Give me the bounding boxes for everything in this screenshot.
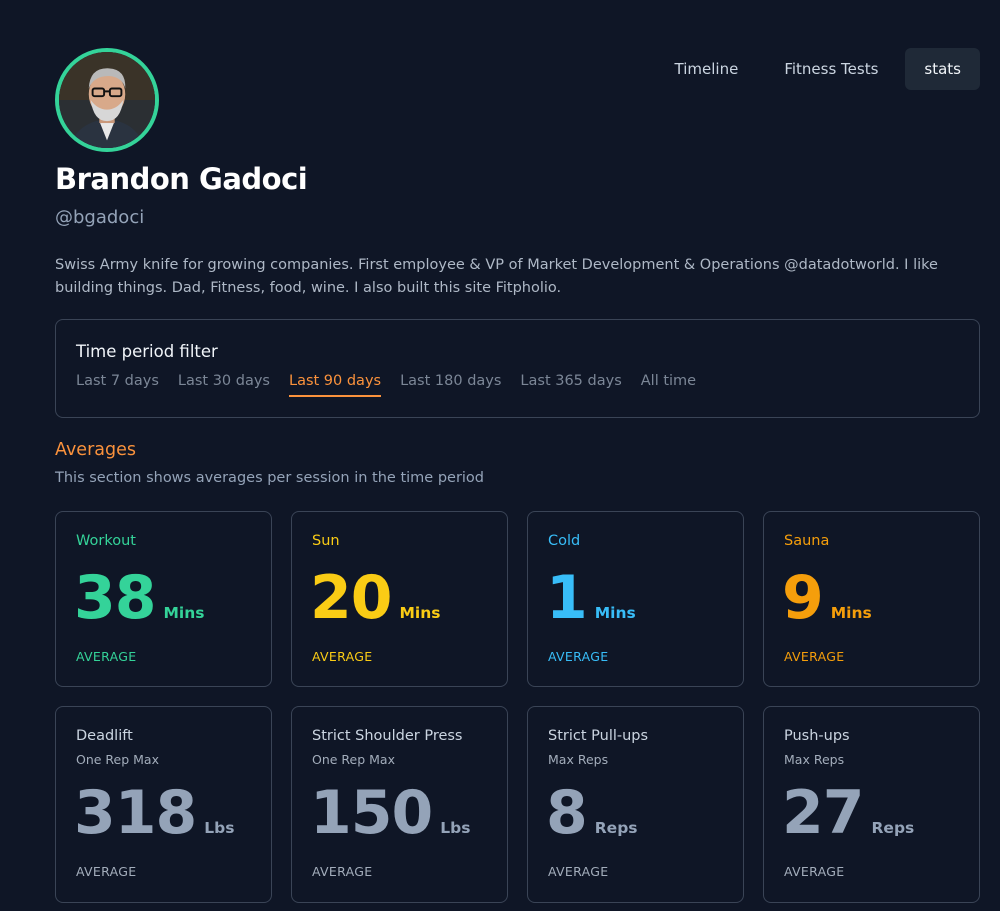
- card-value-row: 20 Mins: [310, 564, 441, 633]
- tab-timeline[interactable]: Timeline: [656, 48, 758, 90]
- profile-handle: @bgadoci: [55, 207, 145, 228]
- card-value: 9: [782, 563, 824, 633]
- card-value-row: 1 Mins: [546, 564, 636, 633]
- card-sublabel: One Rep Max: [76, 752, 159, 767]
- card-label: Deadlift: [76, 728, 133, 744]
- stat-card-sun: Sun 20 Mins AVERAGE: [291, 511, 508, 687]
- stat-card-sauna: Sauna 9 Mins AVERAGE: [763, 511, 980, 687]
- filter-option-30-days[interactable]: Last 30 days: [178, 373, 270, 397]
- card-value: 8: [546, 778, 588, 848]
- avatar: [55, 48, 159, 152]
- card-unit: Lbs: [204, 819, 235, 837]
- card-foot: AVERAGE: [548, 649, 609, 664]
- card-foot: AVERAGE: [784, 649, 845, 664]
- card-label: Cold: [548, 533, 581, 549]
- card-label: Strict Pull-ups: [548, 728, 649, 744]
- card-foot: AVERAGE: [548, 864, 609, 879]
- card-sublabel: One Rep Max: [312, 752, 395, 767]
- card-unit: Reps: [594, 819, 638, 837]
- profile-page: Timeline Fitness Tests stats Brandon Gad…: [0, 0, 1000, 911]
- card-foot: AVERAGE: [312, 864, 373, 879]
- averages-title: Averages: [55, 440, 136, 460]
- card-value-row: 27 Reps: [782, 779, 914, 848]
- card-unit: Mins: [163, 604, 205, 622]
- card-value: 27: [782, 778, 864, 848]
- card-value: 38: [74, 563, 156, 633]
- card-foot: AVERAGE: [76, 649, 137, 664]
- card-unit: Lbs: [440, 819, 471, 837]
- filter-option-365-days[interactable]: Last 365 days: [520, 373, 621, 397]
- card-value-row: 318 Lbs: [74, 779, 234, 848]
- stat-card-deadlift: Deadlift One Rep Max 318 Lbs AVERAGE: [55, 706, 272, 903]
- profile-bio: Swiss Army knife for growing companies. …: [55, 257, 938, 296]
- card-label: Push-ups: [784, 728, 850, 744]
- portrait-avatar-icon: [59, 52, 155, 148]
- card-value-row: 150 Lbs: [310, 779, 470, 848]
- filter-option-90-days[interactable]: Last 90 days: [288, 373, 382, 397]
- card-value-row: 9 Mins: [782, 564, 872, 633]
- tab-fitness-tests[interactable]: Fitness Tests: [765, 48, 897, 90]
- time-period-filter: Time period filter Last 7 days Last 30 d…: [55, 319, 980, 418]
- card-foot: AVERAGE: [76, 864, 137, 879]
- card-value: 150: [310, 778, 433, 848]
- card-value-row: 38 Mins: [74, 564, 205, 633]
- card-label: Sauna: [784, 533, 830, 549]
- card-label: Workout: [76, 533, 136, 549]
- card-value: 20: [310, 563, 392, 633]
- card-label: Strict Shoulder Press: [312, 728, 463, 744]
- filter-option-7-days[interactable]: Last 7 days: [76, 373, 159, 397]
- card-unit: Mins: [830, 604, 872, 622]
- card-foot: AVERAGE: [312, 649, 373, 664]
- profile-name: Brandon Gadoci: [55, 162, 308, 196]
- card-unit: Mins: [594, 604, 636, 622]
- top-nav: Timeline Fitness Tests stats: [656, 48, 980, 90]
- card-value-row: 8 Reps: [546, 779, 638, 848]
- tab-stats[interactable]: stats: [905, 48, 980, 90]
- filter-option-180-days[interactable]: Last 180 days: [400, 373, 501, 397]
- filter-options: Last 7 days Last 30 days Last 90 days La…: [76, 373, 696, 397]
- card-unit: Mins: [399, 604, 441, 622]
- card-sublabel: Max Reps: [784, 752, 845, 767]
- filter-option-all-time[interactable]: All time: [641, 373, 696, 397]
- card-foot: AVERAGE: [784, 864, 845, 879]
- stat-card-workout: Workout 38 Mins AVERAGE: [55, 511, 272, 687]
- card-label: Sun: [312, 533, 340, 549]
- card-value: 1: [546, 563, 588, 633]
- averages-subtitle: This section shows averages per session …: [55, 470, 485, 486]
- stat-card-strict-pull-ups: Strict Pull-ups Max Reps 8 Reps AVERAGE: [527, 706, 744, 903]
- filter-title: Time period filter: [76, 342, 218, 361]
- card-sublabel: Max Reps: [548, 752, 609, 767]
- card-unit: Reps: [871, 819, 915, 837]
- stat-card-cold: Cold 1 Mins AVERAGE: [527, 511, 744, 687]
- card-value: 318: [74, 778, 197, 848]
- stat-card-push-ups: Push-ups Max Reps 27 Reps AVERAGE: [763, 706, 980, 903]
- stat-card-strict-shoulder-press: Strict Shoulder Press One Rep Max 150 Lb…: [291, 706, 508, 903]
